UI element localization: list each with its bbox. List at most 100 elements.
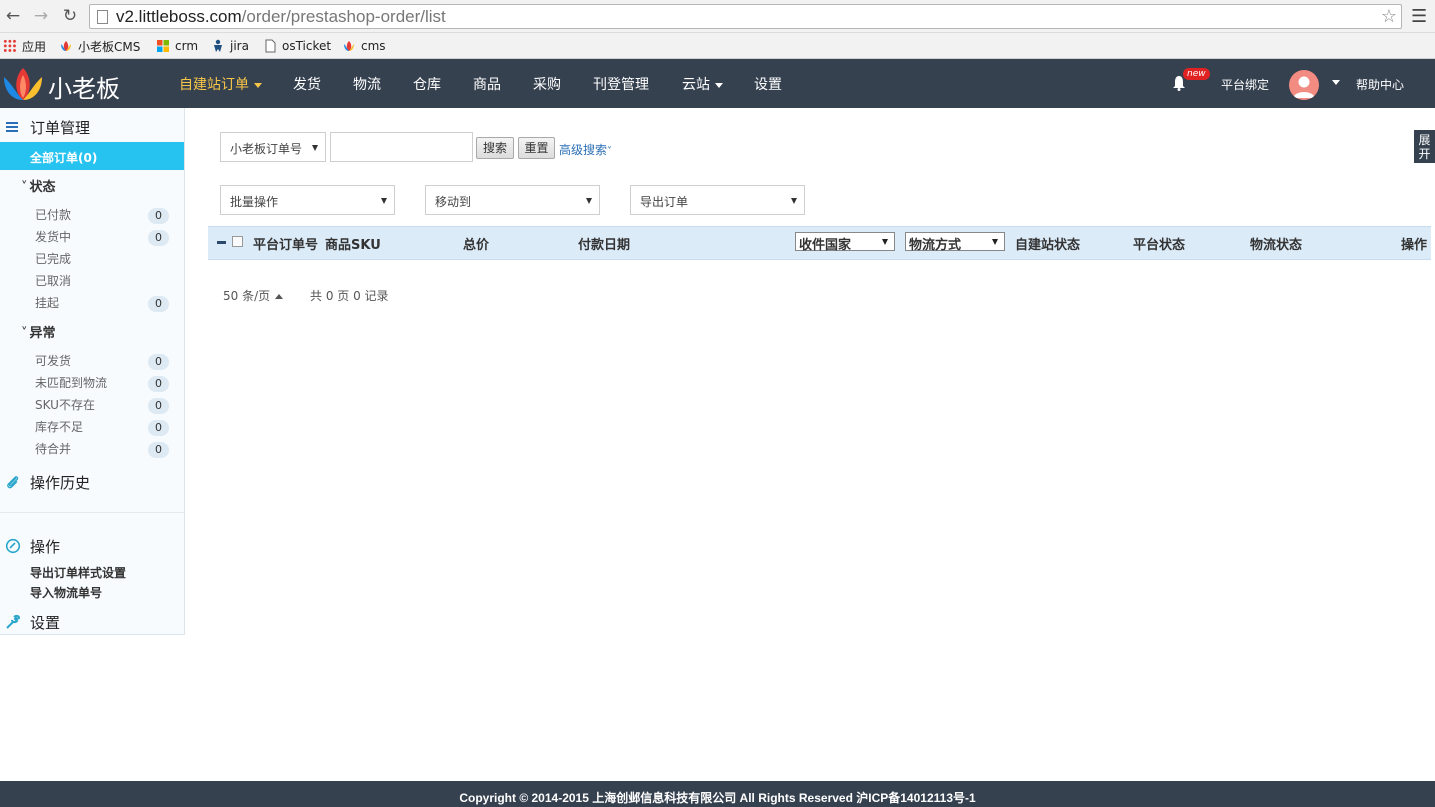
bookmark-cms2[interactable]: cms <box>342 37 386 55</box>
app-header: 小老板 自建站订单 发货 物流 仓库 商品 采购 刊登管理 云站 设置 new … <box>0 59 1435 108</box>
nav-cloud-site[interactable]: 云站 <box>682 74 723 94</box>
sidebar-item-completed[interactable]: 已完成 <box>35 250 71 267</box>
sidebar: 订单管理 全部订单(0) ˅ 状态 已付款 0 发货中 0 已完成 已取消 挂起 … <box>0 108 185 635</box>
count-badge: 0 <box>148 376 169 392</box>
orders-table-header: 平台订单号 商品SKU 总价 付款日期 收件国家 物流方式 自建站状态 平台状态… <box>208 226 1431 260</box>
sidebar-link-import-tracking[interactable]: 导入物流单号 <box>30 584 102 601</box>
jira-icon <box>214 39 222 52</box>
back-arrow-icon[interactable]: ← <box>2 6 24 26</box>
list-icon <box>6 122 18 132</box>
platform-bind-link[interactable]: 平台绑定 <box>1221 76 1269 93</box>
shipping-method-select[interactable]: 物流方式 <box>905 232 1005 253</box>
expand-panel-tab[interactable]: 展开 <box>1414 130 1435 163</box>
count-badge: 0 <box>148 296 169 312</box>
page-icon <box>265 39 276 53</box>
select-arrow-icon <box>381 198 387 204</box>
collapse-minus-icon[interactable] <box>217 241 226 244</box>
logo-text[interactable]: 小老板 <box>48 69 120 104</box>
count-badge: 0 <box>148 420 169 436</box>
bookmark-apps[interactable]: 应用 <box>3 37 46 55</box>
forward-arrow-icon[interactable]: → <box>30 6 52 26</box>
pager-summary: 共 0 页 0 记录 <box>310 289 389 303</box>
nav-warehouse[interactable]: 仓库 <box>413 74 441 94</box>
sidebar-item-all-orders[interactable]: 全部订单(0) <box>0 142 184 170</box>
sidebar-group-status[interactable]: ˅ 状态 <box>21 176 56 195</box>
wrench-icon <box>6 614 21 629</box>
browser-toolbar: ← → ↻ v2.littleboss.com/order/prestashop… <box>0 0 1435 33</box>
select-arrow-icon <box>586 198 592 204</box>
address-bar[interactable]: v2.littleboss.com/order/prestashop-order… <box>89 4 1402 29</box>
browser-menu-icon[interactable]: ☰ <box>1411 6 1427 27</box>
select-arrow-icon <box>992 239 998 245</box>
sidebar-item-cancelled[interactable]: 已取消 <box>35 272 71 289</box>
search-input[interactable] <box>330 132 473 162</box>
url-text: v2.littleboss.com/order/prestashop-order… <box>116 7 446 26</box>
sidebar-item-shipping[interactable]: 发货中 <box>35 228 71 245</box>
nav-products[interactable]: 商品 <box>473 74 501 94</box>
bookmark-osticket[interactable]: osTicket <box>263 37 331 55</box>
count-badge: 0 <box>148 354 169 370</box>
batch-action-select[interactable]: 批量操作 <box>220 185 395 215</box>
sidebar-group-exception[interactable]: ˅ 异常 <box>21 322 56 341</box>
sidebar-item-shippable[interactable]: 可发货 <box>35 352 71 369</box>
nav-listing-mgmt[interactable]: 刊登管理 <box>593 74 649 94</box>
col-platform-order: 平台订单号 <box>253 238 319 253</box>
col-total: 总价 <box>463 238 490 253</box>
lotus-icon <box>61 41 71 51</box>
nav-shipping[interactable]: 发货 <box>293 74 321 94</box>
footer: Copyright © 2014-2015 上海创邺信息科技有限公司 All R… <box>0 781 1435 807</box>
col-sku: 商品SKU <box>325 238 381 253</box>
sidebar-divider <box>0 512 184 513</box>
sidebar-link-export-style[interactable]: 导出订单样式设置 <box>30 564 126 581</box>
user-menu-caret[interactable] <box>1327 74 1340 90</box>
col-pay-date: 付款日期 <box>578 238 631 253</box>
sidebar-item-low-stock[interactable]: 库存不足 <box>35 418 83 435</box>
col-logistics-status: 物流状态 <box>1250 238 1303 253</box>
export-orders-select[interactable]: 导出订单 <box>630 185 805 215</box>
count-badge: 0 <box>148 398 169 414</box>
select-all-checkbox[interactable] <box>232 236 243 247</box>
operations-circle-icon <box>5 538 21 554</box>
country-filter-select[interactable]: 收件国家 <box>795 232 895 253</box>
bookmark-star-icon[interactable]: ☆ <box>1381 6 1397 27</box>
count-badge: 0 <box>148 208 169 224</box>
col-site-status: 自建站状态 <box>1015 238 1081 253</box>
search-field-select[interactable]: 小老板订单号 <box>220 132 326 162</box>
sidebar-item-to-merge[interactable]: 待合并 <box>35 440 71 457</box>
sidebar-item-paid[interactable]: 已付款 <box>35 206 71 223</box>
help-center-link[interactable]: 帮助中心 <box>1356 76 1404 93</box>
col-platform-status: 平台状态 <box>1133 238 1186 253</box>
caret-down-icon <box>1332 79 1340 85</box>
col-actions: 操作 <box>1401 238 1428 253</box>
count-badge: 0 <box>148 442 169 458</box>
nav-logistics[interactable]: 物流 <box>353 74 381 94</box>
new-badge: new <box>1183 68 1210 80</box>
bookmarks-bar: 应用 小老板CMS crm jira osTicket cms <box>0 33 1435 59</box>
nav-self-built-orders[interactable]: 自建站订单 <box>179 74 262 94</box>
windows-icon <box>157 40 169 52</box>
sidebar-item-suspended[interactable]: 挂起 <box>35 294 59 311</box>
logo-lotus-icon[interactable] <box>2 65 44 103</box>
move-to-select[interactable]: 移动到 <box>425 185 600 215</box>
advanced-search-link[interactable]: 高级搜索˅ <box>559 141 612 158</box>
page-size-select[interactable]: 50 条/页 <box>223 287 284 304</box>
bookmark-crm[interactable]: crm <box>156 37 198 55</box>
user-avatar[interactable] <box>1289 70 1319 100</box>
select-arrow-icon <box>312 145 318 151</box>
sidebar-item-sku-missing[interactable]: SKU不存在 <box>35 396 95 413</box>
sidebar-item-no-logistics[interactable]: 未匹配到物流 <box>35 374 107 391</box>
page-icon <box>97 10 108 24</box>
paperclip-icon <box>7 476 19 489</box>
nav-purchasing[interactable]: 采购 <box>533 74 561 94</box>
reset-button[interactable]: 重置 <box>518 137 555 159</box>
nav-settings[interactable]: 设置 <box>754 74 782 94</box>
reload-icon[interactable]: ↻ <box>59 6 81 26</box>
bookmark-jira[interactable]: jira <box>211 37 249 55</box>
caret-down-icon <box>715 82 723 88</box>
search-button[interactable]: 搜索 <box>476 137 514 159</box>
count-badge: 0 <box>148 230 169 246</box>
apps-grid-icon <box>3 39 17 53</box>
bookmark-cms[interactable]: 小老板CMS <box>59 37 140 55</box>
select-arrow-icon <box>882 239 888 245</box>
copyright-text: Copyright © 2014-2015 上海创邺信息科技有限公司 All R… <box>459 791 976 805</box>
